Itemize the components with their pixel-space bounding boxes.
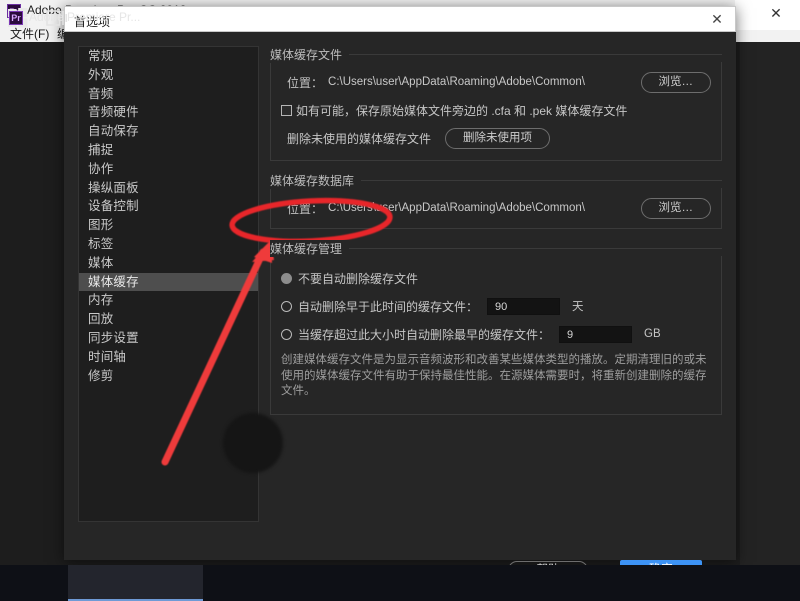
delete-unused-button[interactable]: 删除未使用项 (445, 127, 551, 149)
browse-cache-database-button[interactable]: 浏览… (640, 197, 711, 219)
preferences-dialog: 首选项 ✕ 常规 外观 音频 音频硬件 自动保存 捕捉 协作 操纵面板 设备控制… (64, 6, 736, 580)
sidebar-item-sync-settings[interactable]: 同步设置 (79, 329, 258, 348)
cache-db-location-row: 位置： C:\Users\user\AppData\Roaming\Adobe\… (281, 197, 711, 219)
group-media-cache-files: 媒体缓存文件 位置： C:\Users\user\AppData\Roaming… (270, 46, 722, 161)
sidebar-item-device-control[interactable]: 设备控制 (79, 197, 258, 216)
group-header: 媒体缓存数据库 (270, 172, 722, 189)
sidebar-item-audio-hardware[interactable]: 音频硬件 (79, 103, 258, 122)
save-beside-originals-label: 如有可能，保存原始媒体文件旁边的 .cfa 和 .pek 媒体缓存文件 (296, 103, 628, 118)
sidebar-item-auto-save[interactable]: 自动保存 (79, 122, 258, 141)
size-input[interactable]: 9 (559, 325, 633, 343)
dark-blob-annotation (223, 413, 283, 473)
sidebar-item-playback[interactable]: 回放 (79, 310, 258, 329)
radio-delete-over-size[interactable] (281, 328, 292, 340)
group-media-cache-management: 媒体缓存管理 不要自动删除缓存文件 自动删除早于此时间的缓存文件： 90 天 当… (270, 240, 722, 415)
location-path: C:\Users\user\AppData\Roaming\Adobe\Comm… (328, 76, 585, 88)
dialog-titlebar: 首选项 ✕ (64, 6, 736, 32)
sidebar-item-general[interactable]: 常规 (79, 47, 258, 66)
secondary-window-close-icon[interactable]: ✕ (765, 3, 787, 23)
preferences-content: 媒体缓存文件 位置： C:\Users\user\AppData\Roaming… (270, 46, 722, 426)
radio-delete-older-than[interactable] (281, 300, 292, 312)
sidebar-item-media[interactable]: 媒体 (79, 254, 258, 273)
taskbar-item-premiere[interactable] (68, 565, 203, 601)
sidebar-item-labels[interactable]: 标签 (79, 235, 258, 254)
group-media-cache-database: 媒体缓存数据库 位置： C:\Users\user\AppData\Roamin… (270, 172, 722, 229)
media-cache-description: 创建媒体缓存文件是为显示音频波形和改善某些媒体类型的播放。定期清理旧的或未使用的… (281, 354, 707, 397)
sidebar-item-media-cache[interactable]: 媒体缓存 (79, 272, 258, 292)
browse-cache-files-button[interactable]: 浏览… (640, 71, 711, 93)
sidebar-item-appearance[interactable]: 外观 (79, 66, 258, 85)
radio-never-delete[interactable] (281, 272, 292, 284)
location-label: 位置： (287, 75, 324, 90)
sidebar-item-timeline[interactable]: 时间轴 (79, 348, 258, 367)
close-icon[interactable]: ✕ (703, 9, 731, 30)
option-delete-older-than-row[interactable]: 自动删除早于此时间的缓存文件： 90 天 (281, 295, 711, 317)
save-beside-originals-row[interactable]: 如有可能，保存原始媒体文件旁边的 .cfa 和 .pek 媒体缓存文件 (281, 99, 711, 121)
size-unit-label: GB (644, 328, 661, 340)
group-header: 媒体缓存文件 (270, 46, 722, 63)
dialog-body: 常规 外观 音频 音频硬件 自动保存 捕捉 协作 操纵面板 设备控制 图形 标签… (64, 32, 736, 580)
option-never-delete-row[interactable]: 不要自动删除缓存文件 (281, 267, 711, 289)
delete-unused-row: 删除未使用的媒体缓存文件 删除未使用项 (281, 127, 711, 149)
group-title-media-cache-database: 媒体缓存数据库 (270, 172, 362, 189)
option-never-delete-label: 不要自动删除缓存文件 (298, 271, 419, 286)
premiere-taskbar-icon: Pr (9, 11, 23, 25)
group-body: 位置： C:\Users\user\AppData\Roaming\Adobe\… (270, 188, 722, 229)
group-title-media-cache-files: 媒体缓存文件 (270, 46, 350, 63)
group-body: 不要自动删除缓存文件 自动删除早于此时间的缓存文件： 90 天 当缓存超过此大小… (270, 256, 722, 415)
sidebar-item-trim[interactable]: 修剪 (79, 367, 258, 386)
taskbar-item-label: Adobe Premiere Pr... (29, 10, 141, 24)
delete-unused-label: 删除未使用的媒体缓存文件 (287, 131, 432, 146)
option-delete-over-size-row[interactable]: 当缓存超过此大小时自动删除最早的缓存文件： 9 GB (281, 323, 711, 345)
cache-files-location-row: 位置： C:\Users\user\AppData\Roaming\Adobe\… (281, 71, 711, 93)
location-label: 位置： (287, 201, 324, 216)
sidebar-item-collaboration[interactable]: 协作 (79, 160, 258, 179)
option-delete-older-than-label: 自动删除早于此时间的缓存文件： (298, 299, 479, 314)
group-title-media-cache-management: 媒体缓存管理 (270, 240, 350, 257)
option-delete-over-size-label: 当缓存超过此大小时自动删除最早的缓存文件： (298, 327, 551, 342)
days-input[interactable]: 90 (487, 297, 561, 315)
sidebar-item-graphics[interactable]: 图形 (79, 216, 258, 235)
sidebar-item-control-surface[interactable]: 操纵面板 (79, 179, 258, 198)
sidebar-item-capture[interactable]: 捕捉 (79, 141, 258, 160)
location-path: C:\Users\user\AppData\Roaming\Adobe\Comm… (328, 202, 585, 214)
group-header: 媒体缓存管理 (270, 240, 722, 257)
save-beside-originals-checkbox[interactable] (281, 104, 292, 116)
sidebar-item-audio[interactable]: 音频 (79, 85, 258, 104)
days-unit-label: 天 (572, 301, 584, 313)
sidebar-item-memory[interactable]: 内存 (79, 291, 258, 310)
group-body: 位置： C:\Users\user\AppData\Roaming\Adobe\… (270, 62, 722, 161)
premiere-right-panel (740, 42, 800, 565)
